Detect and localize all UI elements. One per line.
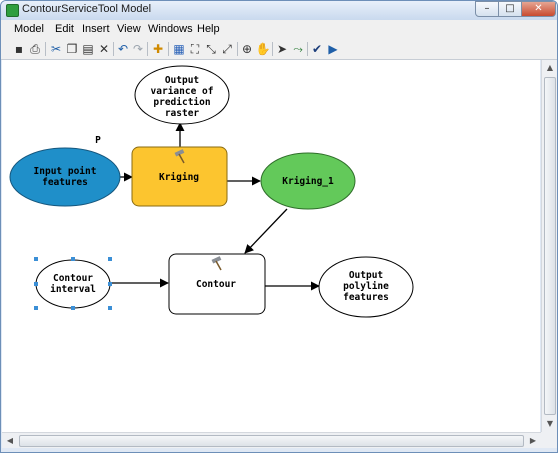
menu-bar: Model Edit Insert View Windows Help (1, 20, 557, 39)
toolbar-separator (237, 42, 238, 56)
model-canvas[interactable]: Output variance of prediction raster P I… (2, 60, 540, 432)
connector-kriging1-to-contour (244, 208, 288, 254)
connect-icon[interactable]: ⤳ (290, 41, 306, 57)
scroll-down-arrow-icon[interactable]: ▼ (542, 416, 557, 432)
node-label-line: Input point (34, 166, 97, 177)
node-label-line: features (343, 292, 389, 303)
print-icon[interactable]: ⎙ (27, 41, 43, 57)
pan-icon[interactable]: ✋ (255, 41, 271, 57)
vertical-scroll-thumb[interactable] (544, 77, 556, 415)
node-label-line: polyline (343, 281, 389, 292)
toolbar: ▪ ⎙ ✂ ❐ ▤ ✕ ↶ ↷ ✚ ▦ ⛶ ⤡ ⤢ ⊕ ✋ ➤ ⤳ ✔ ▶ (1, 39, 557, 60)
copy-icon[interactable]: ❐ (64, 41, 80, 57)
node-output-polyline-features[interactable]: Output polyline features (318, 256, 414, 318)
menu-model[interactable]: Model (14, 23, 44, 35)
node-label-line: features (42, 177, 88, 188)
zoom-in-icon[interactable]: ⊕ (239, 41, 255, 57)
minimize-button[interactable]: – (475, 1, 499, 17)
node-label-line: variance of (151, 86, 214, 97)
node-input-point-features[interactable]: Input point features (9, 147, 121, 207)
menu-edit[interactable]: Edit (55, 23, 74, 35)
run-icon[interactable]: ▶ (325, 41, 341, 57)
node-contour-interval[interactable]: Contour interval (34, 257, 112, 310)
model-diagram: Output variance of prediction raster P I… (9, 65, 414, 318)
fixed-zoom-out-icon[interactable]: ⤡ (203, 41, 219, 57)
window-title: ContourServiceTool Model (22, 3, 152, 15)
horizontal-scroll-thumb[interactable] (19, 435, 524, 447)
node-label-line: Kriging_1 (282, 176, 334, 187)
horizontal-scrollbar[interactable]: ◀ ▶ (2, 432, 541, 449)
select-icon[interactable]: ➤ (274, 41, 290, 57)
toolbar-separator (272, 42, 273, 56)
node-label-line: Contour (53, 273, 93, 284)
fixed-zoom-in-icon[interactable]: ⤢ (219, 41, 235, 57)
node-label-line: prediction (153, 97, 210, 108)
toolbar-separator (147, 42, 148, 56)
delete-icon[interactable]: ✕ (96, 41, 112, 57)
full-extent-icon[interactable]: ⛶ (187, 41, 203, 57)
menu-help[interactable]: Help (197, 23, 220, 35)
save-icon[interactable]: ▪ (11, 41, 27, 57)
node-label-line: Kriging (159, 172, 199, 183)
scroll-left-arrow-icon[interactable]: ◀ (2, 433, 18, 449)
status-bar (1, 448, 557, 452)
node-label-line: raster (165, 108, 200, 119)
menu-windows[interactable]: Windows (148, 23, 193, 35)
title-bar: ContourServiceTool Model – □ ✕ (1, 1, 557, 20)
close-button[interactable]: ✕ (521, 1, 556, 17)
redo-icon[interactable]: ↷ (130, 41, 146, 57)
node-label-line: interval (50, 284, 96, 295)
node-kriging-1[interactable]: Kriging_1 (260, 152, 356, 210)
menu-insert[interactable]: Insert (82, 23, 110, 35)
toolbar-separator (307, 42, 308, 56)
auto-layout-icon[interactable]: ▦ (171, 41, 187, 57)
maximize-button[interactable]: □ (498, 1, 522, 17)
selection-handle[interactable] (34, 257, 38, 261)
vertical-scrollbar[interactable]: ▲ ▼ (541, 60, 557, 432)
selection-handle[interactable] (34, 282, 38, 286)
toolbar-separator (45, 42, 46, 56)
selection-handle[interactable] (71, 257, 75, 261)
scroll-up-arrow-icon[interactable]: ▲ (542, 60, 557, 76)
validate-icon[interactable]: ✔ (309, 41, 325, 57)
node-label-line: Contour (196, 279, 236, 290)
undo-icon[interactable]: ↶ (115, 41, 131, 57)
modelbuilder-app-icon (6, 4, 19, 17)
selection-handle[interactable] (108, 257, 112, 261)
cut-icon[interactable]: ✂ (48, 41, 64, 57)
selection-handle[interactable] (108, 282, 112, 286)
paste-icon[interactable]: ▤ (80, 41, 96, 57)
menu-view[interactable]: View (117, 23, 141, 35)
node-label-line: Output (349, 270, 383, 281)
node-output-variance[interactable]: Output variance of prediction raster (134, 65, 230, 125)
scroll-right-arrow-icon[interactable]: ▶ (525, 433, 541, 449)
selection-handle[interactable] (71, 306, 75, 310)
add-data-icon[interactable]: ✚ (150, 41, 166, 57)
toolbar-separator (113, 42, 114, 56)
model-window: ContourServiceTool Model – □ ✕ Model Edi… (0, 0, 558, 453)
parameter-marker: P (95, 135, 101, 146)
node-kriging-tool[interactable]: Kriging (131, 146, 228, 207)
selection-handle[interactable] (34, 306, 38, 310)
toolbar-separator (168, 42, 169, 56)
node-label-line: Output (165, 75, 199, 86)
node-contour-tool[interactable]: Contour (168, 253, 266, 315)
selection-handle[interactable] (108, 306, 112, 310)
scrollbar-corner (541, 432, 557, 448)
